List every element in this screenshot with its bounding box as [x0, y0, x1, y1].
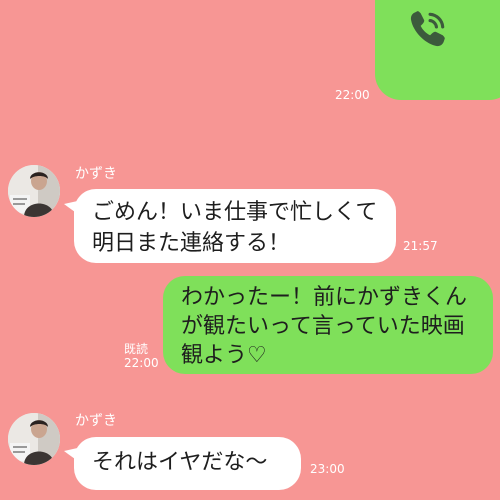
message-bubble-sent[interactable]: わかったー！前にかずきくんが観たいって言っていた映画観よう♡ — [163, 276, 493, 374]
avatar-photo — [8, 165, 60, 217]
sender-name: かずき — [75, 166, 117, 182]
call-time: 22:00 — [335, 88, 370, 102]
message-time: 21:57 — [403, 239, 438, 253]
message-bubble-received[interactable]: それはイヤだな〜 — [74, 437, 301, 490]
read-receipt: 既読 — [124, 342, 149, 356]
message-time: 23:00 — [310, 462, 345, 476]
chat-area: 22:00 かずき ごめん！いま仕事で忙しくて明日また連絡する！ 21:57 既… — [0, 0, 500, 500]
avatar-photo — [8, 413, 60, 465]
sender-name: かずき — [75, 413, 117, 429]
message-time: 22:00 — [124, 356, 159, 370]
avatar[interactable] — [8, 413, 60, 465]
avatar[interactable] — [8, 165, 60, 217]
message-bubble-received[interactable]: ごめん！いま仕事で忙しくて明日また連絡する！ — [74, 189, 396, 263]
phone-icon — [410, 11, 445, 47]
